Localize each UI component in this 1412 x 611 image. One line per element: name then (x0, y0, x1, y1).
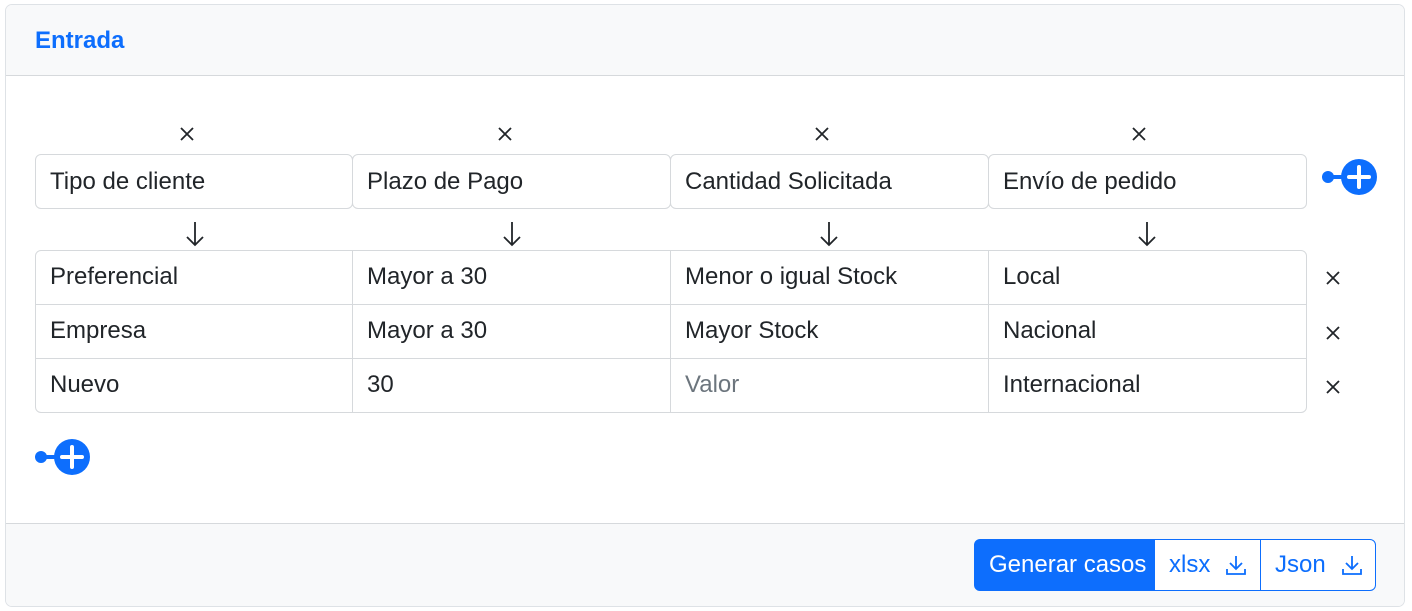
table-row: Preferencial Mayor a 30 Menor o igual St… (36, 251, 1306, 304)
remove-column-icon[interactable] (1124, 119, 1154, 149)
xlsx-label: xlsx (1169, 551, 1211, 578)
card-header: Entrada (6, 5, 1404, 76)
value-cell-input[interactable]: Mayor Stock (670, 305, 988, 358)
download-icon (1224, 553, 1248, 577)
value-cell-input[interactable]: Mayor a 30 (352, 251, 670, 304)
value-cell-input[interactable]: Empresa (36, 305, 352, 358)
remove-column-icon[interactable] (172, 119, 202, 149)
table-row: Nuevo 30 Valor Internacional (36, 358, 1306, 412)
actions-button-group: Generar casos xlsx Json (974, 539, 1376, 591)
card-title: Entrada (35, 27, 125, 54)
arrow-down-icon (180, 217, 210, 251)
value-cell-input[interactable]: Nuevo (36, 359, 352, 412)
column-header-input[interactable]: Cantidad Solicitada (670, 154, 989, 209)
remove-column-icon[interactable] (490, 119, 520, 149)
arrow-down-icon (814, 217, 844, 251)
generate-cases-button[interactable]: Generar casos (974, 539, 1155, 591)
values-grid: Preferencial Mayor a 30 Menor o igual St… (35, 250, 1307, 413)
json-label: Json (1275, 551, 1326, 578)
value-cell-input[interactable]: Preferencial (36, 251, 352, 304)
remove-row-icon[interactable] (1319, 263, 1347, 293)
value-cell-input[interactable]: Local (988, 251, 1306, 304)
add-circle-icon (1322, 159, 1377, 195)
add-circle-icon (35, 439, 90, 475)
column-header-input[interactable]: Envío de pedido (988, 154, 1307, 209)
value-cell-input[interactable]: Valor (670, 359, 988, 412)
remove-row-icon[interactable] (1319, 318, 1347, 348)
download-json-button[interactable]: Json (1260, 539, 1376, 591)
download-icon (1340, 553, 1364, 577)
value-cell-input[interactable]: Mayor a 30 (352, 305, 670, 358)
value-cell-input[interactable]: Nacional (988, 305, 1306, 358)
add-column-button[interactable] (1320, 156, 1378, 196)
arrow-down-icon (497, 217, 527, 251)
value-cell-input[interactable]: Internacional (988, 359, 1306, 412)
value-cell-input[interactable]: Menor o igual Stock (670, 251, 988, 304)
remove-row-icon[interactable] (1319, 372, 1347, 402)
input-card: Entrada Tipo de cliente Plazo de Pago Ca… (5, 4, 1405, 607)
generate-cases-label: Generar casos (989, 551, 1147, 578)
download-xlsx-button[interactable]: xlsx (1154, 539, 1261, 591)
arrow-down-icon (1132, 217, 1162, 251)
value-cell-input[interactable]: 30 (352, 359, 670, 412)
table-row: Empresa Mayor a 30 Mayor Stock Nacional (36, 304, 1306, 358)
remove-column-icon[interactable] (807, 119, 837, 149)
add-row-button[interactable] (33, 436, 91, 476)
column-header-input[interactable]: Plazo de Pago (352, 154, 671, 209)
column-header-input[interactable]: Tipo de cliente (35, 154, 353, 209)
